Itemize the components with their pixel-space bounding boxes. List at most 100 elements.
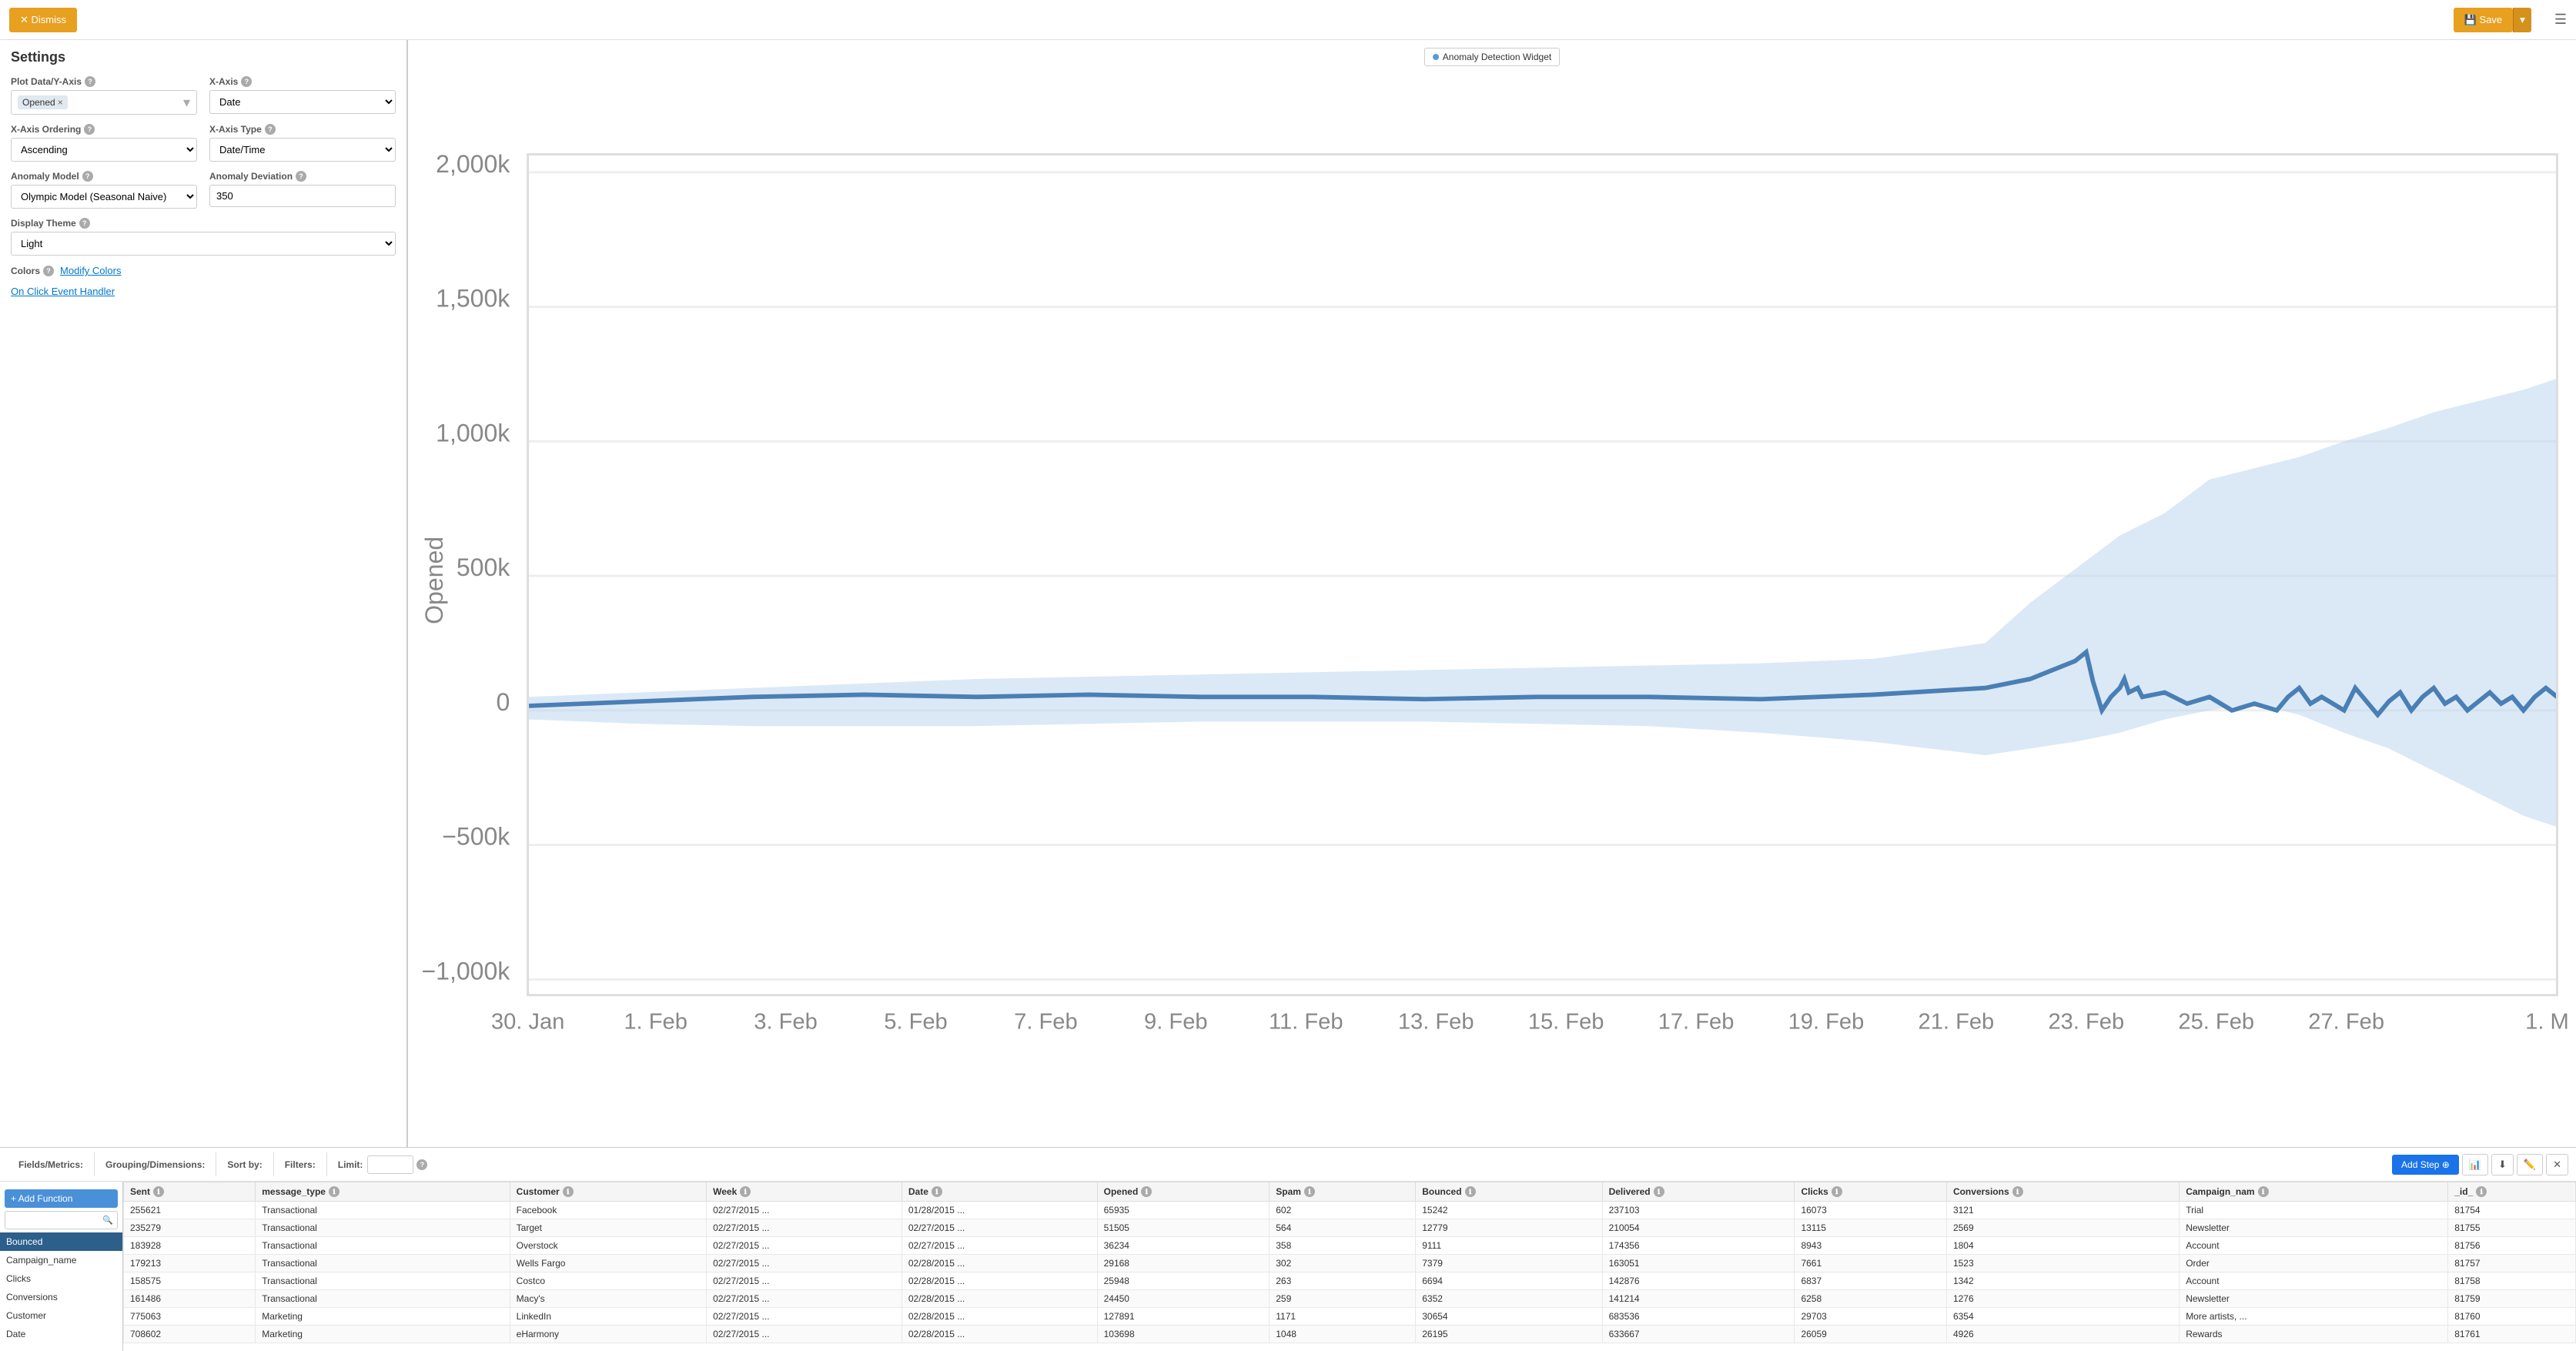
search-field-input[interactable] — [5, 1211, 118, 1229]
download-icon-button[interactable]: ⬇ — [2491, 1154, 2514, 1175]
theme-row: Display Theme ? Light — [11, 218, 396, 256]
plot-data-select[interactable]: Opened × ▾ — [11, 90, 197, 115]
svg-text:7. Feb: 7. Feb — [1014, 1009, 1078, 1034]
grouping-section: Grouping/Dimensions: — [95, 1152, 216, 1176]
search-icon: 🔍 — [102, 1216, 113, 1226]
svg-text:5. Feb: 5. Feb — [884, 1009, 948, 1034]
chart-svg: 2,000k 1,500k 1,000k 500k 0 −500k −1,000… — [416, 72, 2568, 1133]
display-theme-info-icon[interactable]: ? — [79, 218, 90, 229]
anomaly-model-label: Anomaly Model ? — [11, 171, 197, 182]
table-row: 179213TransactionalWells Fargo02/27/2015… — [124, 1255, 2576, 1272]
legend-item: Anomaly Detection Widget — [1424, 48, 1560, 66]
svg-text:−500k: −500k — [442, 823, 510, 851]
close-icon-button[interactable]: ✕ — [2546, 1154, 2568, 1175]
fields-metrics-section: Fields/Metrics: — [8, 1152, 95, 1176]
settings-panel: Settings Plot Data/Y-Axis ? Opened × ▾ X… — [0, 40, 408, 1147]
anomaly-deviation-label: Anomaly Deviation ? — [209, 171, 396, 182]
field-item-conversions[interactable]: Conversions — [0, 1288, 122, 1306]
colors-info-icon[interactable]: ? — [43, 266, 54, 276]
col-header-clicks: Clicksℹ — [1795, 1182, 1946, 1202]
col-info-icon[interactable]: ℹ — [932, 1186, 942, 1197]
col-info-icon[interactable]: ℹ — [2258, 1186, 2269, 1197]
display-theme-select[interactable]: Light — [11, 232, 396, 256]
chart-container: 2,000k 1,500k 1,000k 500k 0 −500k −1,000… — [416, 72, 2568, 1133]
col-info-icon[interactable]: ℹ — [1304, 1186, 1315, 1197]
xaxis-type-select[interactable]: Date/Time — [209, 138, 396, 162]
save-button[interactable]: 💾 Save — [2454, 8, 2513, 32]
col-info-icon[interactable]: ℹ — [153, 1186, 164, 1197]
save-dropdown-button[interactable]: ▾ — [2513, 8, 2531, 32]
col-info-icon[interactable]: ℹ — [1465, 1186, 1476, 1197]
field-item-date[interactable]: Date — [0, 1325, 122, 1343]
hamburger-icon[interactable]: ☰ — [2554, 12, 2567, 28]
svg-text:1,000k: 1,000k — [436, 419, 510, 446]
field-item-bounced[interactable]: Bounced — [0, 1232, 122, 1251]
anomaly-model-info-icon[interactable]: ? — [82, 171, 93, 182]
field-item-clicks[interactable]: Clicks — [0, 1269, 122, 1288]
limit-info-icon[interactable]: ? — [417, 1159, 427, 1170]
svg-text:13. Feb: 13. Feb — [1398, 1009, 1474, 1034]
col-info-icon[interactable]: ℹ — [2012, 1186, 2023, 1197]
xaxis-type-info-icon[interactable]: ? — [265, 124, 276, 135]
table-row: 158575TransactionalCostco02/27/2015 ...0… — [124, 1272, 2576, 1290]
xaxis-type-label: X-Axis Type ? — [209, 124, 396, 135]
settings-title: Settings — [11, 49, 396, 65]
col-header-date: Dateℹ — [902, 1182, 1097, 1202]
dismiss-button[interactable]: ✕ Dismiss — [9, 8, 77, 32]
svg-text:−1,000k: −1,000k — [421, 957, 510, 985]
col-info-icon[interactable]: ℹ — [329, 1186, 340, 1197]
on-click-handler-link[interactable]: On Click Event Handler — [11, 286, 396, 297]
svg-text:30. Jan: 30. Jan — [491, 1009, 565, 1034]
anomaly-deviation-input[interactable] — [209, 185, 396, 207]
chart-legend: Anomaly Detection Widget — [416, 48, 2568, 66]
svg-text:Opened: Opened — [420, 537, 448, 624]
field-item-campaign_name[interactable]: Campaign_name — [0, 1251, 122, 1269]
col-header-campaign_nam: Campaign_namℹ — [2180, 1182, 2448, 1202]
fields-metrics-label: Fields/Metrics: — [18, 1159, 83, 1170]
data-table-wrap[interactable]: Sentℹmessage_typeℹCustomerℹWeekℹDateℹOpe… — [123, 1182, 2576, 1351]
xaxis-select[interactable]: Date — [209, 90, 396, 114]
chart-icon-button[interactable]: 📊 — [2462, 1154, 2488, 1175]
col-info-icon[interactable]: ℹ — [740, 1186, 751, 1197]
plot-data-tag-remove[interactable]: × — [58, 97, 63, 108]
plot-data-dropdown-icon[interactable]: ▾ — [183, 95, 190, 111]
xaxis-ordering-select[interactable]: Ascending — [11, 138, 197, 162]
svg-text:1. Feb: 1. Feb — [624, 1009, 687, 1034]
limit-label: Limit: — [338, 1159, 363, 1170]
legend-dot — [1433, 54, 1439, 60]
field-item-customer[interactable]: Customer — [0, 1306, 122, 1325]
plot-data-info-icon[interactable]: ? — [85, 76, 95, 87]
anomaly-deviation-group: Anomaly Deviation ? — [209, 171, 396, 209]
plot-data-group: Plot Data/Y-Axis ? Opened × ▾ — [11, 76, 197, 115]
plot-xaxis-row: Plot Data/Y-Axis ? Opened × ▾ X-Axis ? — [11, 76, 396, 115]
anomaly-deviation-info-icon[interactable]: ? — [296, 171, 306, 182]
modify-colors-link[interactable]: Modify Colors — [60, 265, 121, 276]
svg-text:25. Feb: 25. Feb — [2178, 1009, 2254, 1034]
col-header-customer: Customerℹ — [510, 1182, 706, 1202]
limit-input[interactable] — [367, 1155, 413, 1174]
fields-panel: + Add Function 🔍 BouncedCampaign_nameCli… — [0, 1182, 123, 1351]
add-step-button[interactable]: Add Step ⊕ — [2392, 1155, 2459, 1175]
xaxis-ordering-group: X-Axis Ordering ? Ascending — [11, 124, 197, 162]
col-info-icon[interactable]: ℹ — [1832, 1186, 1842, 1197]
anomaly-model-group: Anomaly Model ? Olympic Model (Seasonal … — [11, 171, 197, 209]
data-toolbar: Fields/Metrics: Grouping/Dimensions: Sor… — [0, 1148, 2576, 1182]
edit-icon-button[interactable]: ✏️ — [2517, 1154, 2543, 1175]
anomaly-model-select[interactable]: Olympic Model (Seasonal Naive) — [11, 185, 197, 209]
xaxis-ordering-label: X-Axis Ordering ? — [11, 124, 197, 135]
table-body: 255621TransactionalFacebook02/27/2015 ..… — [124, 1202, 2576, 1343]
svg-text:1. Mar: 1. Mar — [2525, 1009, 2568, 1034]
col-info-icon[interactable]: ℹ — [1654, 1186, 1664, 1197]
limit-section: Limit: ? — [327, 1152, 439, 1176]
sort-by-label: Sort by: — [227, 1159, 262, 1170]
ordering-type-row: X-Axis Ordering ? Ascending X-Axis Type … — [11, 124, 396, 162]
xaxis-info-icon[interactable]: ? — [241, 76, 252, 87]
filters-label: Filters: — [285, 1159, 316, 1170]
add-function-button[interactable]: + Add Function — [5, 1189, 118, 1208]
col-info-icon[interactable]: ℹ — [2476, 1186, 2487, 1197]
svg-text:0: 0 — [497, 688, 510, 716]
col-info-icon[interactable]: ℹ — [563, 1186, 574, 1197]
col-info-icon[interactable]: ℹ — [1141, 1186, 1152, 1197]
xaxis-type-group: X-Axis Type ? Date/Time — [209, 124, 396, 162]
xaxis-ordering-info-icon[interactable]: ? — [84, 124, 95, 135]
